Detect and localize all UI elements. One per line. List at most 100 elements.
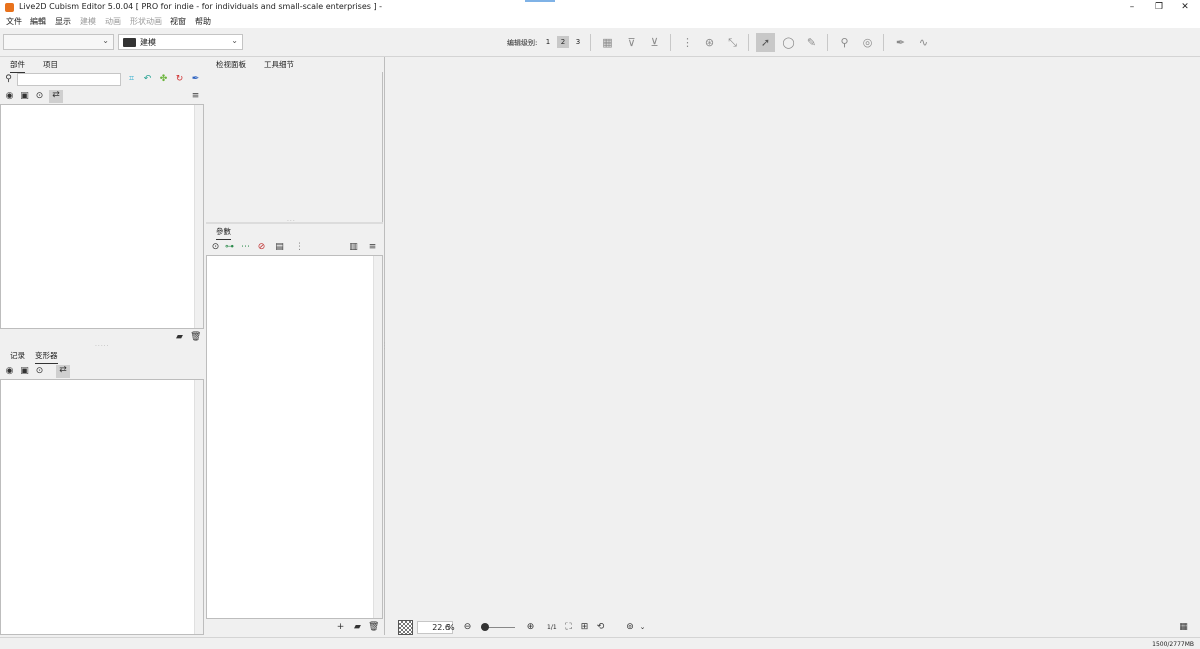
lasso-tool-icon[interactable]: ◯ xyxy=(779,33,798,52)
clipboard-icon[interactable]: ▥ xyxy=(348,242,359,253)
tab-tool-details[interactable]: 工具细节 xyxy=(264,59,294,72)
art-mesh-icon[interactable]: ⌗ xyxy=(126,74,137,85)
rotate-view-icon[interactable]: ⟲ xyxy=(595,622,606,633)
toolbar-separator xyxy=(670,34,671,51)
edit-level-1[interactable]: 1 xyxy=(542,36,554,48)
deformer-tabstrip: 记录 变形器 xyxy=(0,348,204,364)
layout-menu-icon[interactable]: ▦ xyxy=(1178,622,1189,633)
inspector-body xyxy=(206,72,383,222)
app-logo-icon xyxy=(5,3,14,12)
menu-window[interactable]: 视窗 xyxy=(170,16,186,27)
tab-inspector[interactable]: 检视面板 xyxy=(216,59,246,73)
close-button[interactable]: ✕ xyxy=(1170,0,1200,14)
fit-screen-icon[interactable]: ⛶ xyxy=(563,622,574,633)
menu-animation[interactable]: 动画 xyxy=(105,16,121,27)
add-keys-icon[interactable]: ⋯ xyxy=(240,242,251,253)
physics-icon[interactable]: ⚲ xyxy=(835,33,854,52)
add-icon[interactable]: + xyxy=(335,622,346,633)
brush-tool-icon[interactable]: ✎ xyxy=(802,33,821,52)
glue-icon[interactable]: ⊽ xyxy=(622,33,641,52)
deformer-list[interactable] xyxy=(0,379,204,635)
toolbar-separator xyxy=(827,34,828,51)
chevron-circle-icon[interactable]: ⊙ xyxy=(210,242,221,253)
parts-search-row: ⚲ ⌗ ↶ ✤ ↻ ✒ xyxy=(0,72,204,88)
arrow-tool-icon[interactable]: ➚ xyxy=(756,33,775,52)
chevron-circle-icon[interactable]: ⊙ xyxy=(34,366,45,377)
menu-help[interactable]: 帮助 xyxy=(195,16,211,27)
lock-icon[interactable]: ▣ xyxy=(19,366,30,377)
tab-items[interactable]: 项目 xyxy=(43,59,58,72)
mesh-edit-icon[interactable]: ⋮ xyxy=(678,33,697,52)
zoom-in-icon[interactable]: ⊕ xyxy=(525,622,536,633)
tab-deformers[interactable]: 变形器 xyxy=(35,350,58,364)
trash-icon[interactable]: 🗑 xyxy=(190,332,201,343)
params-footer: + ▰ 🗑 xyxy=(206,619,383,635)
swap-icon[interactable]: ⇄ xyxy=(56,365,70,378)
menu-display[interactable]: 显示 xyxy=(55,16,71,27)
menu-icon[interactable]: ≡ xyxy=(367,242,378,253)
auto-glue-icon[interactable]: ⊻ xyxy=(645,33,664,52)
remove-key-icon[interactable]: ⊘ xyxy=(256,242,267,253)
edit-level-3[interactable]: 3 xyxy=(572,36,584,48)
menu-icon[interactable]: ≡ xyxy=(190,91,201,102)
actual-size-button[interactable]: 1/1 xyxy=(547,624,557,631)
modeling-icon xyxy=(123,38,136,47)
parts-search-input[interactable] xyxy=(17,73,121,86)
rotation-deformer-icon[interactable]: ⊛ xyxy=(700,33,719,52)
pen-icon[interactable]: ✒ xyxy=(190,74,201,85)
texture-atlas-icon[interactable]: ▦ xyxy=(598,33,617,52)
scrollbar[interactable] xyxy=(194,380,203,634)
workspace-mode-select[interactable]: 建模 ⌄ xyxy=(118,34,243,50)
canvas-viewport[interactable] xyxy=(385,57,1200,619)
lock-icon[interactable]: ▣ xyxy=(19,91,30,102)
pen-tool-icon[interactable]: ✒ xyxy=(891,33,910,52)
parameter-list[interactable] xyxy=(206,255,383,619)
menu-file[interactable]: 文件 xyxy=(6,16,22,27)
curve-tool-icon[interactable]: ∿ xyxy=(914,33,933,52)
scrollbar[interactable] xyxy=(373,256,382,618)
menu-modeling[interactable]: 建模 xyxy=(80,16,96,27)
main-toolbar: ⌄ 建模 ⌄ 编辑级别: 1 2 3 ▦ ⊽ ⊻ ⋮ ⊛ ⤡ ➚ ◯ ✎ ⚲ ◎… xyxy=(0,28,1200,57)
keyform-table-icon[interactable]: ▤ xyxy=(274,242,285,253)
edit-level-2[interactable]: 2 xyxy=(557,36,569,48)
title-bar: Live2D Cubism Editor 5.0.04 [ PRO for in… xyxy=(0,0,1200,14)
scrollbar[interactable] xyxy=(194,105,203,328)
toggle-icon[interactable]: ⊚ xyxy=(623,622,637,633)
toolbar-separator xyxy=(590,34,591,51)
eye-icon[interactable]: ◉ xyxy=(4,366,15,377)
target-icon[interactable]: ◎ xyxy=(858,33,877,52)
workspace-mode-label: 建模 xyxy=(140,38,156,47)
folder-icon[interactable]: ▰ xyxy=(174,332,185,343)
zoom-slider-handle[interactable] xyxy=(481,623,489,631)
menu-form-animation[interactable]: 形状动画 xyxy=(130,16,162,27)
center-view-icon[interactable]: ⊞ xyxy=(579,622,590,633)
eye-icon[interactable]: ◉ xyxy=(4,91,15,102)
search-icon[interactable]: ⚲ xyxy=(3,74,14,85)
rotation-icon[interactable]: ↻ xyxy=(174,74,185,85)
chevron-down-icon[interactable]: ⌄ xyxy=(637,622,648,633)
menu-edit[interactable]: 編輯 xyxy=(30,16,46,27)
folder-icon[interactable]: ▰ xyxy=(352,622,363,633)
background-checker-icon[interactable] xyxy=(398,620,413,635)
tab-record[interactable]: 记录 xyxy=(10,350,25,363)
chevron-down-icon: ⌄ xyxy=(231,36,238,45)
swap-icon[interactable]: ⇄ xyxy=(49,90,63,103)
tab-parts[interactable]: 部件 xyxy=(10,59,25,73)
zoom-unit: % xyxy=(447,623,455,632)
minimize-button[interactable]: – xyxy=(1117,0,1147,14)
model-select[interactable]: ⌄ xyxy=(3,34,114,50)
trash-icon[interactable]: 🗑 xyxy=(368,622,379,633)
warp-deformer-icon[interactable]: ⤡ xyxy=(723,33,742,52)
add-key-icon[interactable]: ⊶ xyxy=(224,242,235,253)
edit-level-label: 编辑级别: xyxy=(507,39,538,47)
link-icon[interactable]: ↶ xyxy=(142,74,153,85)
grid-icon[interactable]: ⋮ xyxy=(294,242,305,253)
menu-bar: 文件 編輯 显示 建模 动画 形状动画 视窗 帮助 xyxy=(0,14,1200,28)
green-parts-icon[interactable]: ✤ xyxy=(158,74,169,85)
zoom-out-icon[interactable]: ⊖ xyxy=(462,622,473,633)
chevron-circle-icon[interactable]: ⊙ xyxy=(34,91,45,102)
parts-list[interactable] xyxy=(0,104,204,329)
deformer-filter-row: ◉ ▣ ⊙ ⇄ xyxy=(0,363,204,379)
tab-parameters[interactable]: 參數 xyxy=(216,226,231,240)
params-toolbar: ⊙ ⊶ ⋯ ⊘ ▤ ⋮ ▥ ≡ xyxy=(206,239,383,255)
